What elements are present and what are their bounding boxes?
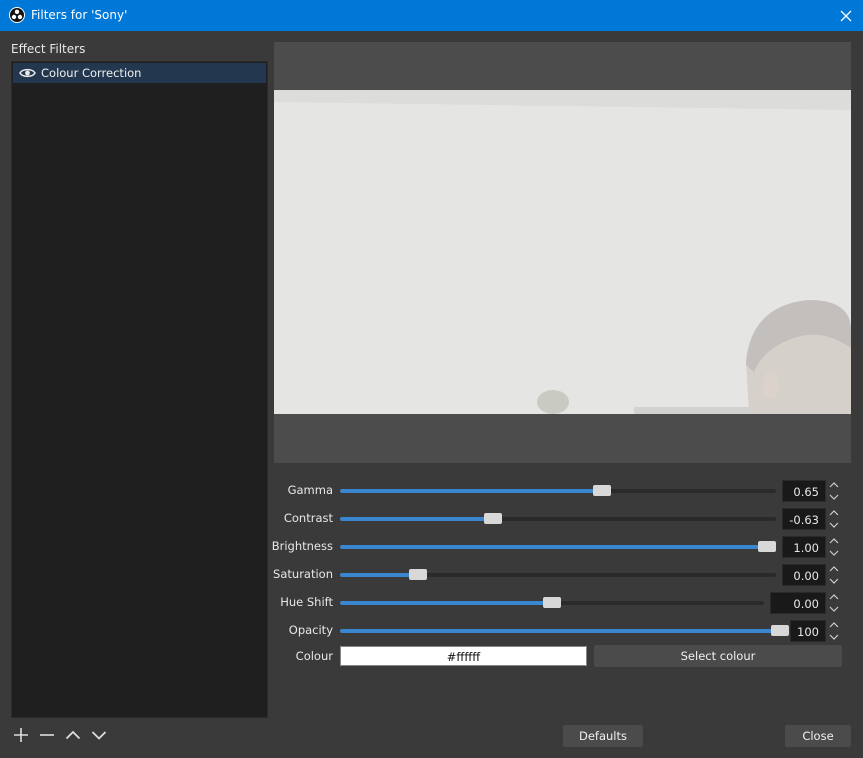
hue-shift-label: Hue Shift bbox=[280, 595, 333, 609]
contrast-stepper[interactable] bbox=[826, 507, 842, 531]
filter-item-label: Colour Correction bbox=[41, 66, 142, 80]
window-title: Filters for 'Sony' bbox=[31, 8, 128, 22]
gamma-stepper[interactable] bbox=[826, 479, 842, 503]
filter-list-toolbar bbox=[11, 724, 109, 746]
gamma-slider[interactable] bbox=[340, 485, 776, 496]
move-filter-down-button[interactable] bbox=[89, 724, 109, 746]
saturation-stepper[interactable] bbox=[826, 563, 842, 587]
step-down-icon[interactable] bbox=[826, 491, 842, 503]
saturation-slider-handle[interactable] bbox=[409, 569, 427, 580]
defaults-button[interactable]: Defaults bbox=[563, 725, 643, 747]
opacity-spinbox[interactable]: 100 bbox=[790, 620, 826, 642]
gamma-slider-handle[interactable] bbox=[593, 485, 611, 496]
saturation-label: Saturation bbox=[273, 567, 333, 581]
window-close-button[interactable] bbox=[829, 0, 863, 31]
colour-value-swatch: #ffffff bbox=[340, 646, 587, 666]
step-down-icon[interactable] bbox=[826, 547, 842, 559]
gamma-spinbox[interactable]: 0.65 bbox=[782, 480, 826, 502]
title-bar: Filters for 'Sony' bbox=[0, 0, 863, 31]
hue-shift-row: Hue Shift 0.00 bbox=[274, 590, 851, 614]
step-up-icon[interactable] bbox=[826, 479, 842, 491]
effect-filters-label: Effect Filters bbox=[11, 42, 86, 56]
step-down-icon[interactable] bbox=[826, 631, 842, 643]
add-filter-button[interactable] bbox=[11, 724, 31, 746]
step-up-icon[interactable] bbox=[826, 507, 842, 519]
step-down-icon[interactable] bbox=[826, 519, 842, 531]
add-icon bbox=[14, 728, 28, 742]
contrast-spinbox[interactable]: -0.63 bbox=[782, 508, 826, 530]
step-up-icon[interactable] bbox=[826, 535, 842, 547]
contrast-slider[interactable] bbox=[340, 513, 776, 524]
hue-shift-spinbox[interactable]: 0.00 bbox=[770, 592, 826, 614]
filter-list[interactable]: Colour Correction bbox=[11, 61, 268, 718]
brightness-slider-handle[interactable] bbox=[758, 541, 776, 552]
saturation-spinbox[interactable]: 0.00 bbox=[782, 564, 826, 586]
contrast-slider-handle[interactable] bbox=[484, 513, 502, 524]
opacity-row: Opacity 100 bbox=[274, 618, 851, 642]
source-preview bbox=[274, 42, 851, 463]
gamma-label: Gamma bbox=[287, 483, 333, 497]
brightness-stepper[interactable] bbox=[826, 535, 842, 559]
step-down-icon[interactable] bbox=[826, 575, 842, 587]
move-up-icon bbox=[65, 730, 81, 740]
preview-video-frame bbox=[274, 90, 851, 414]
remove-icon bbox=[40, 734, 54, 736]
step-up-icon[interactable] bbox=[826, 619, 842, 631]
opacity-slider[interactable] bbox=[340, 625, 789, 636]
brightness-slider[interactable] bbox=[340, 541, 776, 552]
brightness-label: Brightness bbox=[271, 539, 333, 553]
opacity-label: Opacity bbox=[288, 623, 333, 637]
preview-image bbox=[274, 90, 851, 414]
brightness-spinbox[interactable]: 1.00 bbox=[782, 536, 826, 558]
move-down-icon bbox=[91, 731, 107, 740]
filter-item-colour-correction[interactable]: Colour Correction bbox=[13, 63, 266, 83]
contrast-row: Contrast -0.63 bbox=[274, 506, 851, 530]
step-down-icon[interactable] bbox=[826, 603, 842, 615]
opacity-slider-handle[interactable] bbox=[771, 625, 789, 636]
hue-shift-stepper[interactable] bbox=[826, 591, 842, 615]
hue-shift-slider-handle[interactable] bbox=[543, 597, 561, 608]
close-icon bbox=[840, 10, 852, 21]
step-up-icon[interactable] bbox=[826, 591, 842, 603]
visibility-eye-icon[interactable] bbox=[19, 67, 36, 79]
close-button[interactable]: Close bbox=[785, 725, 851, 747]
select-colour-button[interactable]: Select colour bbox=[594, 645, 842, 667]
hue-shift-slider[interactable] bbox=[340, 597, 764, 608]
saturation-slider[interactable] bbox=[340, 569, 776, 580]
colour-label: Colour bbox=[295, 649, 333, 663]
opacity-stepper[interactable] bbox=[826, 619, 842, 643]
brightness-row: Brightness 1.00 bbox=[271, 534, 851, 559]
obs-logo-icon bbox=[9, 7, 25, 23]
colour-row: Colour #ffffff Select colour bbox=[274, 645, 851, 670]
move-filter-up-button[interactable] bbox=[63, 724, 83, 746]
gamma-row: Gamma 0.65 bbox=[274, 478, 851, 502]
saturation-row: Saturation 0.00 bbox=[273, 562, 851, 587]
remove-filter-button[interactable] bbox=[37, 724, 57, 746]
contrast-label: Contrast bbox=[283, 511, 333, 525]
step-up-icon[interactable] bbox=[826, 563, 842, 575]
